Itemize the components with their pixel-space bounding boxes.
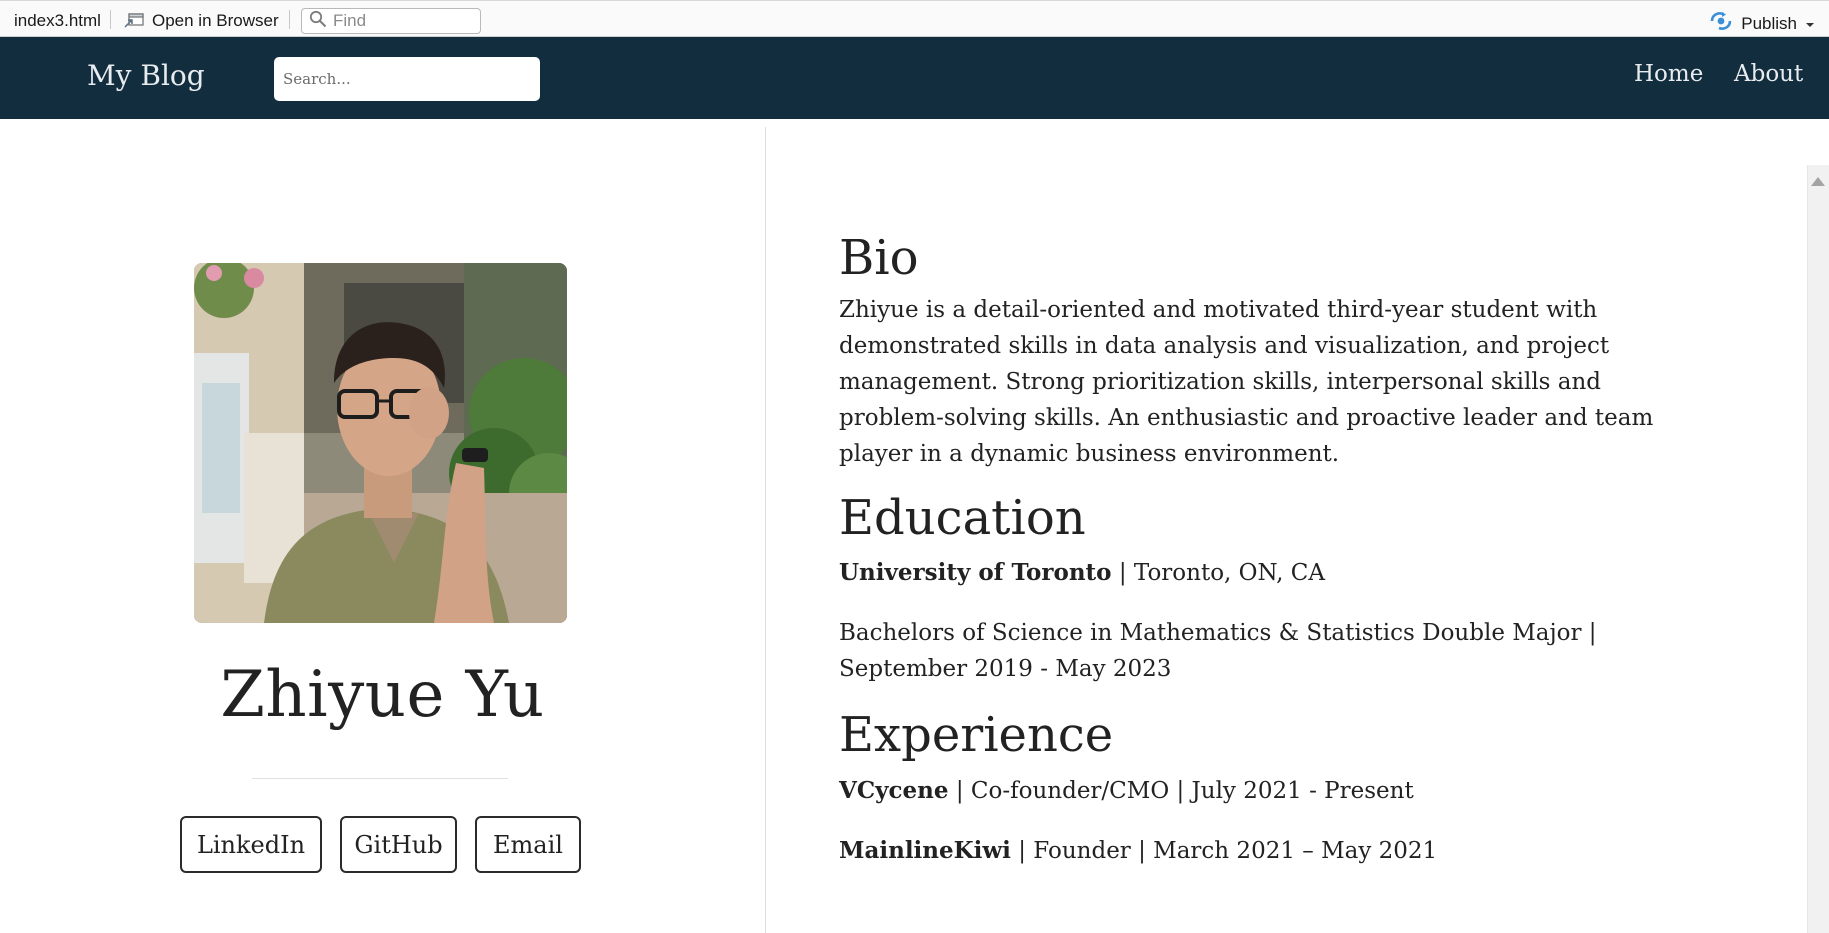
toolbar-separator [289,10,290,29]
nav-link-home[interactable]: Home [1634,61,1703,87]
publish-label: Publish [1741,13,1797,33]
open-in-browser-button[interactable]: Open in Browser [124,11,279,31]
experience-detail: | Co-founder/CMO | July 2021 - Present [948,777,1414,804]
viewer-toolbar: index3.html Open in Browser Find Publish [0,0,1829,37]
experience-org: VCycene [839,776,949,804]
toolbar-separator [110,10,111,29]
chevron-down-icon[interactable] [1805,14,1815,34]
experience-heading: Experience [839,707,1114,764]
education-school-line: University of Toronto | Toronto, ON, CA [839,555,1699,591]
education-degree: Bachelors of Science in Mathematics & St… [839,620,1597,683]
bio-text: Zhiyue is a detail-oriented and motivate… [839,296,1654,467]
open-in-browser-icon [124,13,144,29]
publish-icon [1709,11,1733,36]
site-brand[interactable]: My Blog [87,59,205,92]
open-in-browser-label: Open in Browser [152,11,279,30]
vertical-scrollbar[interactable] [1807,165,1829,933]
scroll-up-arrow-icon[interactable] [1811,177,1825,186]
experience-org: MainlineKiwi [839,836,1011,864]
column-divider [765,127,766,933]
profile-name: Zhiyue Yu [220,658,545,732]
search-input[interactable] [274,57,540,101]
bio-heading: Bio [839,230,919,286]
experience-item: VCycene | Co-founder/CMO | July 2021 - P… [839,773,1699,809]
nav-link-about[interactable]: About [1734,61,1803,87]
linkedin-button[interactable]: LinkedIn [180,816,322,873]
education-heading: Education [839,489,1086,546]
find-field[interactable]: Find [301,8,481,34]
education-school: University of Toronto [839,559,1112,587]
education-location: | Toronto, ON, CA [1111,560,1326,587]
publish-button[interactable]: Publish [1709,11,1815,36]
site-navbar: My Blog Home About [0,37,1829,119]
profile-photo [194,263,567,623]
find-placeholder: Find [333,11,367,30]
email-button[interactable]: Email [475,816,581,873]
search-icon [309,10,327,33]
github-button[interactable]: GitHub [340,816,457,873]
main-content: Bio Zhiyue is a detail-oriented and moti… [839,230,1699,869]
experience-detail: | Founder | March 2021 – May 2021 [1010,837,1438,864]
name-divider [252,778,508,779]
viewer-filename: index3.html [14,11,101,30]
experience-item: MainlineKiwi | Founder | March 2021 – Ma… [839,833,1699,869]
